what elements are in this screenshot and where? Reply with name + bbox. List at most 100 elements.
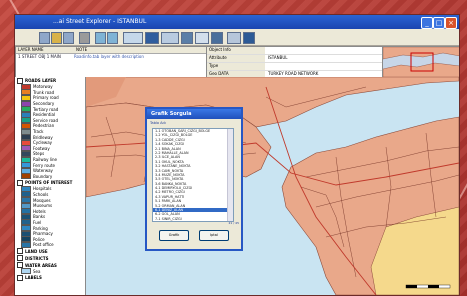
property-key: Type bbox=[207, 63, 265, 70]
layer-checkbox[interactable] bbox=[17, 179, 23, 186]
legend-item-label: Sea bbox=[33, 268, 41, 274]
properties-panel: Object Info Attribute ISTANBUL Type Geo … bbox=[206, 46, 383, 79]
legend-item-label: Cycleway bbox=[33, 140, 53, 146]
legend-item-label: Post office bbox=[33, 242, 54, 248]
legend-item-label: Footway bbox=[33, 145, 50, 151]
minimap-graphic bbox=[383, 47, 459, 77]
legend-swatch bbox=[21, 241, 31, 248]
map-canvas[interactable] bbox=[86, 77, 459, 295]
legend-item-label: Residential bbox=[33, 112, 56, 118]
dialog-list-label: Tablo Adı bbox=[150, 121, 166, 125]
new-icon[interactable] bbox=[39, 32, 50, 44]
column-header: NOTE bbox=[76, 47, 88, 52]
legend-group-label: ROADS LAYER bbox=[25, 78, 57, 83]
measure-icon[interactable] bbox=[161, 32, 179, 44]
legend-item-label: Mosques bbox=[33, 197, 51, 203]
legend-item-label: Trunk road bbox=[33, 89, 55, 95]
property-row: Type bbox=[207, 63, 382, 71]
window-title: ...ai Street Explorer - ISTANBUL bbox=[53, 18, 147, 25]
save-icon[interactable] bbox=[63, 32, 74, 44]
scale-bar bbox=[405, 284, 451, 289]
legend-item-label: Banks bbox=[33, 214, 46, 220]
table-list[interactable]: 1-1 OTOBAN_SARI_CIZGI_BOLGE 1-2 YOL_CIZGI… bbox=[152, 128, 234, 222]
legend-group-label: LABELS bbox=[25, 275, 42, 281]
layer-legend-panel: ROADS LAYER Motorway Trunk road Primary roa… bbox=[15, 77, 86, 295]
layer-info-table: LAYER NAME NOTE 1 STREET OBJ 1 MAIN Road… bbox=[15, 46, 207, 78]
select-icon[interactable] bbox=[145, 32, 159, 44]
legend-item-label: Fuel bbox=[33, 219, 42, 225]
legend-item-label: Railway line bbox=[33, 157, 57, 163]
legend-group[interactable]: LAND USE bbox=[15, 248, 85, 255]
legend-item-label: Hospitals bbox=[33, 186, 52, 192]
legend-item-label: Museums bbox=[33, 203, 53, 209]
legend-item-label: Waterway bbox=[33, 168, 53, 174]
column-header: LAYER NAME bbox=[18, 47, 44, 52]
property-value bbox=[265, 63, 268, 70]
graphic-button[interactable]: Grafik bbox=[159, 230, 189, 241]
print-icon[interactable] bbox=[79, 32, 90, 44]
zoom-in-icon[interactable] bbox=[95, 32, 106, 44]
cancel-button[interactable]: Iptal bbox=[199, 230, 229, 241]
legend-item-label: Boundary bbox=[33, 173, 53, 179]
legend-item-label: Track bbox=[33, 129, 44, 135]
legend-item-label: Motorway bbox=[33, 84, 53, 90]
legend-item-label: Service road bbox=[33, 117, 59, 123]
legend-group-label: WATER AREAS bbox=[25, 262, 57, 268]
legend-swatch bbox=[21, 173, 31, 180]
table-cell: 1 STREET OBJ 1 MAIN bbox=[18, 54, 61, 59]
layer-checkbox[interactable] bbox=[17, 255, 23, 262]
table-row[interactable]: 1 STREET OBJ 1 MAIN Roadinfo.tab layer w… bbox=[16, 54, 206, 60]
table-header: LAYER NAME NOTE bbox=[16, 47, 206, 54]
property-value: ISTANBUL bbox=[268, 55, 288, 60]
property-key: Object Info bbox=[207, 47, 265, 54]
legend-item-label: Ferry route bbox=[33, 162, 55, 168]
legend-group-label: POINTS OF INTEREST bbox=[25, 180, 73, 186]
property-key: Attribute bbox=[207, 55, 265, 62]
legend-item-label: Secondary bbox=[33, 101, 55, 107]
property-row: Attribute ISTANBUL bbox=[207, 55, 382, 63]
legend-item-label: Hotels bbox=[33, 208, 46, 214]
legend-item-label: Steps bbox=[33, 151, 45, 157]
maximize-button[interactable]: □ bbox=[433, 17, 445, 29]
layers-icon[interactable] bbox=[181, 32, 193, 44]
layer-checkbox[interactable] bbox=[17, 274, 23, 281]
query-icon[interactable] bbox=[195, 32, 209, 44]
legend-item-label: Schools bbox=[33, 191, 49, 197]
legend-item-label: Pharmacy bbox=[33, 231, 53, 237]
dialog-count: 21 / 45 bbox=[228, 221, 239, 225]
overview-minimap[interactable] bbox=[382, 46, 459, 78]
layer-checkbox[interactable] bbox=[17, 262, 23, 269]
layer-checkbox[interactable] bbox=[17, 77, 23, 84]
grid-icon[interactable] bbox=[227, 32, 241, 44]
title-bar: ...ai Street Explorer - ISTANBUL _ □ × bbox=[15, 15, 459, 29]
legend-item-label: Tertiary road bbox=[33, 106, 59, 112]
list-scrollbar[interactable] bbox=[227, 129, 233, 221]
application-window: ...ai Street Explorer - ISTANBUL _ □ × L… bbox=[14, 14, 460, 296]
legend-group[interactable]: DISTRICTS bbox=[15, 255, 85, 262]
info-icon[interactable] bbox=[243, 32, 255, 44]
toolbar bbox=[15, 29, 459, 46]
legend-group-label: DISTRICTS bbox=[25, 255, 49, 261]
legend-item-label: Pedestrian bbox=[33, 123, 55, 129]
legend-group[interactable]: LABELS bbox=[15, 274, 85, 281]
legend-icon[interactable] bbox=[211, 32, 223, 44]
minimize-button[interactable]: _ bbox=[421, 17, 433, 29]
list-item[interactable]: 7-1 SINIR_CIZGI bbox=[153, 217, 233, 221]
dialog-title: Grafik Sorgula bbox=[147, 109, 241, 119]
legend-item-label: Police bbox=[33, 236, 45, 242]
query-dialog: Grafik Sorgula Tablo Adı 1-1 OTOBAN_SARI… bbox=[145, 107, 243, 251]
pan-icon[interactable] bbox=[123, 32, 143, 44]
legend-item-label: Parking bbox=[33, 225, 48, 231]
close-button[interactable]: × bbox=[445, 17, 457, 29]
zoom-out-icon[interactable] bbox=[107, 32, 118, 44]
layer-checkbox[interactable] bbox=[17, 248, 23, 255]
property-value bbox=[265, 47, 268, 54]
table-cell: Roadinfo.tab layer with description bbox=[74, 54, 144, 59]
legend-item-label: Primary road bbox=[33, 95, 59, 101]
legend-item-label: Bridleway bbox=[33, 134, 53, 140]
open-icon[interactable] bbox=[51, 32, 62, 44]
legend-group-label: LAND USE bbox=[25, 248, 48, 254]
map-graphic bbox=[86, 77, 459, 295]
legend-swatch bbox=[21, 268, 31, 275]
property-row: Object Info bbox=[207, 47, 382, 55]
